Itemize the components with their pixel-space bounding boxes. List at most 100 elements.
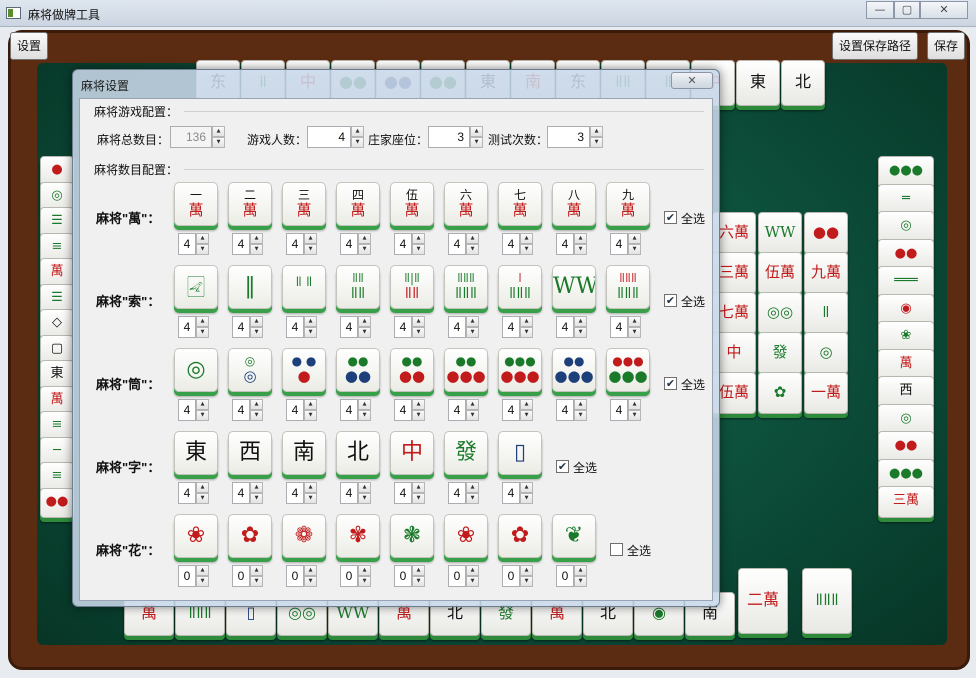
set-save-path-button[interactable]: 设置保存路径: [832, 32, 919, 60]
spin-down-icon[interactable]: ▼: [412, 244, 425, 255]
tile-count-value[interactable]: 4: [178, 482, 196, 504]
tile-button[interactable]: 九萬: [606, 182, 650, 226]
tile-count-spinbox[interactable]: 4 ▲ ▼: [232, 399, 263, 421]
spin-down-icon[interactable]: ▼: [304, 576, 317, 587]
tile-count-value[interactable]: 4: [448, 316, 466, 338]
tile-button[interactable]: 北: [336, 431, 380, 475]
spin-down-icon[interactable]: ▼: [304, 410, 317, 421]
tile-button[interactable]: ✿: [498, 514, 542, 558]
test-count-spinbox[interactable]: 3 ▲ ▼: [547, 126, 603, 148]
spin-up-icon[interactable]: ▲: [628, 399, 641, 410]
spin-down-icon[interactable]: ▼: [520, 576, 533, 587]
tile-count-spinbox[interactable]: 4 ▲ ▼: [340, 233, 371, 255]
spin-up-icon[interactable]: ▲: [470, 126, 483, 137]
select-all-label[interactable]: 全选: [681, 376, 705, 393]
tile-count-value[interactable]: 4: [448, 233, 466, 255]
tile-count-spinbox[interactable]: 4 ▲ ▼: [286, 482, 317, 504]
board-tile[interactable]: 一萬: [804, 372, 848, 414]
tile-count-spinbox[interactable]: 4 ▲ ▼: [556, 399, 587, 421]
tile-count-spinbox[interactable]: 4 ▲ ▼: [394, 233, 425, 255]
tile-button[interactable]: ǁǁǁ ǁǁǁ: [444, 265, 488, 309]
spin-up-icon[interactable]: ▲: [250, 565, 263, 576]
tile-count-value[interactable]: 4: [286, 316, 304, 338]
spin-up-icon[interactable]: ▲: [250, 482, 263, 493]
spin-down-icon[interactable]: ▼: [250, 244, 263, 255]
tile-count-value[interactable]: 4: [394, 482, 412, 504]
tile-count-spinbox[interactable]: 4 ▲ ▼: [448, 399, 479, 421]
tile-button[interactable]: 🀐: [174, 265, 218, 309]
spin-up-icon[interactable]: ▲: [520, 316, 533, 327]
tile-count-value[interactable]: 4: [340, 482, 358, 504]
tile-count-spinbox[interactable]: 0 ▲ ▼: [394, 565, 425, 587]
spin-up-icon[interactable]: ▲: [574, 316, 587, 327]
tile-button[interactable]: ●● ●●: [390, 348, 434, 392]
save-button[interactable]: 保存: [927, 32, 966, 60]
tile-count-value[interactable]: 4: [502, 316, 520, 338]
tile-button[interactable]: ●● ●●●: [552, 348, 596, 392]
spin-up-icon[interactable]: ▲: [351, 126, 364, 137]
spin-up-icon[interactable]: ▲: [574, 399, 587, 410]
board-tile[interactable]: ●●: [40, 487, 74, 518]
spin-down-icon[interactable]: ▼: [520, 410, 533, 421]
tile-button[interactable]: ǁ ǁ: [282, 265, 326, 309]
tile-count-value[interactable]: 4: [394, 399, 412, 421]
tile-button[interactable]: 八萬: [552, 182, 596, 226]
select-all-label[interactable]: 全选: [573, 459, 597, 476]
tile-button[interactable]: 伍萬: [390, 182, 434, 226]
tile-count-spinbox[interactable]: 4 ▲ ▼: [232, 482, 263, 504]
tile-count-spinbox[interactable]: 4 ▲ ▼: [502, 316, 533, 338]
tile-button[interactable]: 中: [390, 431, 434, 475]
tile-count-spinbox[interactable]: 4 ▲ ▼: [178, 399, 209, 421]
tile-count-spinbox[interactable]: 0 ▲ ▼: [556, 565, 587, 587]
tile-count-value[interactable]: 0: [178, 565, 196, 587]
board-tile[interactable]: 發: [758, 332, 802, 374]
tile-count-value[interactable]: 4: [232, 316, 250, 338]
tile-count-value[interactable]: 0: [502, 565, 520, 587]
tile-count-spinbox[interactable]: 4 ▲ ▼: [286, 316, 317, 338]
board-tile[interactable]: 伍萬: [758, 252, 802, 294]
tile-button[interactable]: ǀ ǁǁǁ: [498, 265, 542, 309]
tile-count-value[interactable]: 4: [232, 399, 250, 421]
tile-count-value[interactable]: 4: [232, 482, 250, 504]
spin-up-icon[interactable]: ▲: [304, 316, 317, 327]
tile-count-spinbox[interactable]: 4 ▲ ▼: [502, 399, 533, 421]
tile-count-value[interactable]: 4: [286, 482, 304, 504]
tile-button[interactable]: ✿: [228, 514, 272, 558]
spin-up-icon[interactable]: ▲: [520, 233, 533, 244]
maximize-button[interactable]: ▢: [894, 1, 920, 19]
spin-up-icon[interactable]: ▲: [574, 565, 587, 576]
spin-up-icon[interactable]: ▲: [412, 565, 425, 576]
tile-count-value[interactable]: 0: [556, 565, 574, 587]
tile-button[interactable]: 東: [174, 431, 218, 475]
board-tile[interactable]: 東: [736, 60, 780, 106]
dealer-seat-spinbox[interactable]: 3 ▲ ▼: [428, 126, 483, 148]
spin-up-icon[interactable]: ▲: [466, 565, 479, 576]
spin-down-icon[interactable]: ▼: [520, 327, 533, 338]
tile-count-value[interactable]: 4: [394, 233, 412, 255]
tile-button[interactable]: ❃: [390, 514, 434, 558]
tile-button[interactable]: 南: [282, 431, 326, 475]
spin-down-icon[interactable]: ▼: [466, 410, 479, 421]
minimize-button[interactable]: —: [866, 1, 894, 19]
tile-count-value[interactable]: 4: [394, 316, 412, 338]
tile-count-spinbox[interactable]: 0 ▲ ▼: [340, 565, 371, 587]
tile-count-value[interactable]: 4: [610, 233, 628, 255]
spin-up-icon[interactable]: ▲: [250, 316, 263, 327]
tile-count-value[interactable]: 4: [178, 399, 196, 421]
spin-down-icon[interactable]: ▼: [304, 327, 317, 338]
board-tile[interactable]: ◎: [804, 332, 848, 374]
spin-up-icon[interactable]: ▲: [358, 482, 371, 493]
tile-button[interactable]: 六萬: [444, 182, 488, 226]
tile-count-spinbox[interactable]: 4 ▲ ▼: [610, 316, 641, 338]
tile-count-value[interactable]: 4: [610, 399, 628, 421]
spin-up-icon[interactable]: ▲: [590, 126, 603, 137]
spin-up-icon[interactable]: ▲: [196, 565, 209, 576]
spin-up-icon[interactable]: ▲: [412, 482, 425, 493]
tile-count-value[interactable]: 4: [556, 316, 574, 338]
tile-count-spinbox[interactable]: 0 ▲ ▼: [448, 565, 479, 587]
spin-down-icon[interactable]: ▼: [250, 576, 263, 587]
spin-down-icon[interactable]: ▼: [520, 493, 533, 504]
tile-button[interactable]: ◎ ◎: [228, 348, 272, 392]
board-tile[interactable]: ǁ: [804, 292, 848, 334]
spin-up-icon[interactable]: ▲: [196, 399, 209, 410]
